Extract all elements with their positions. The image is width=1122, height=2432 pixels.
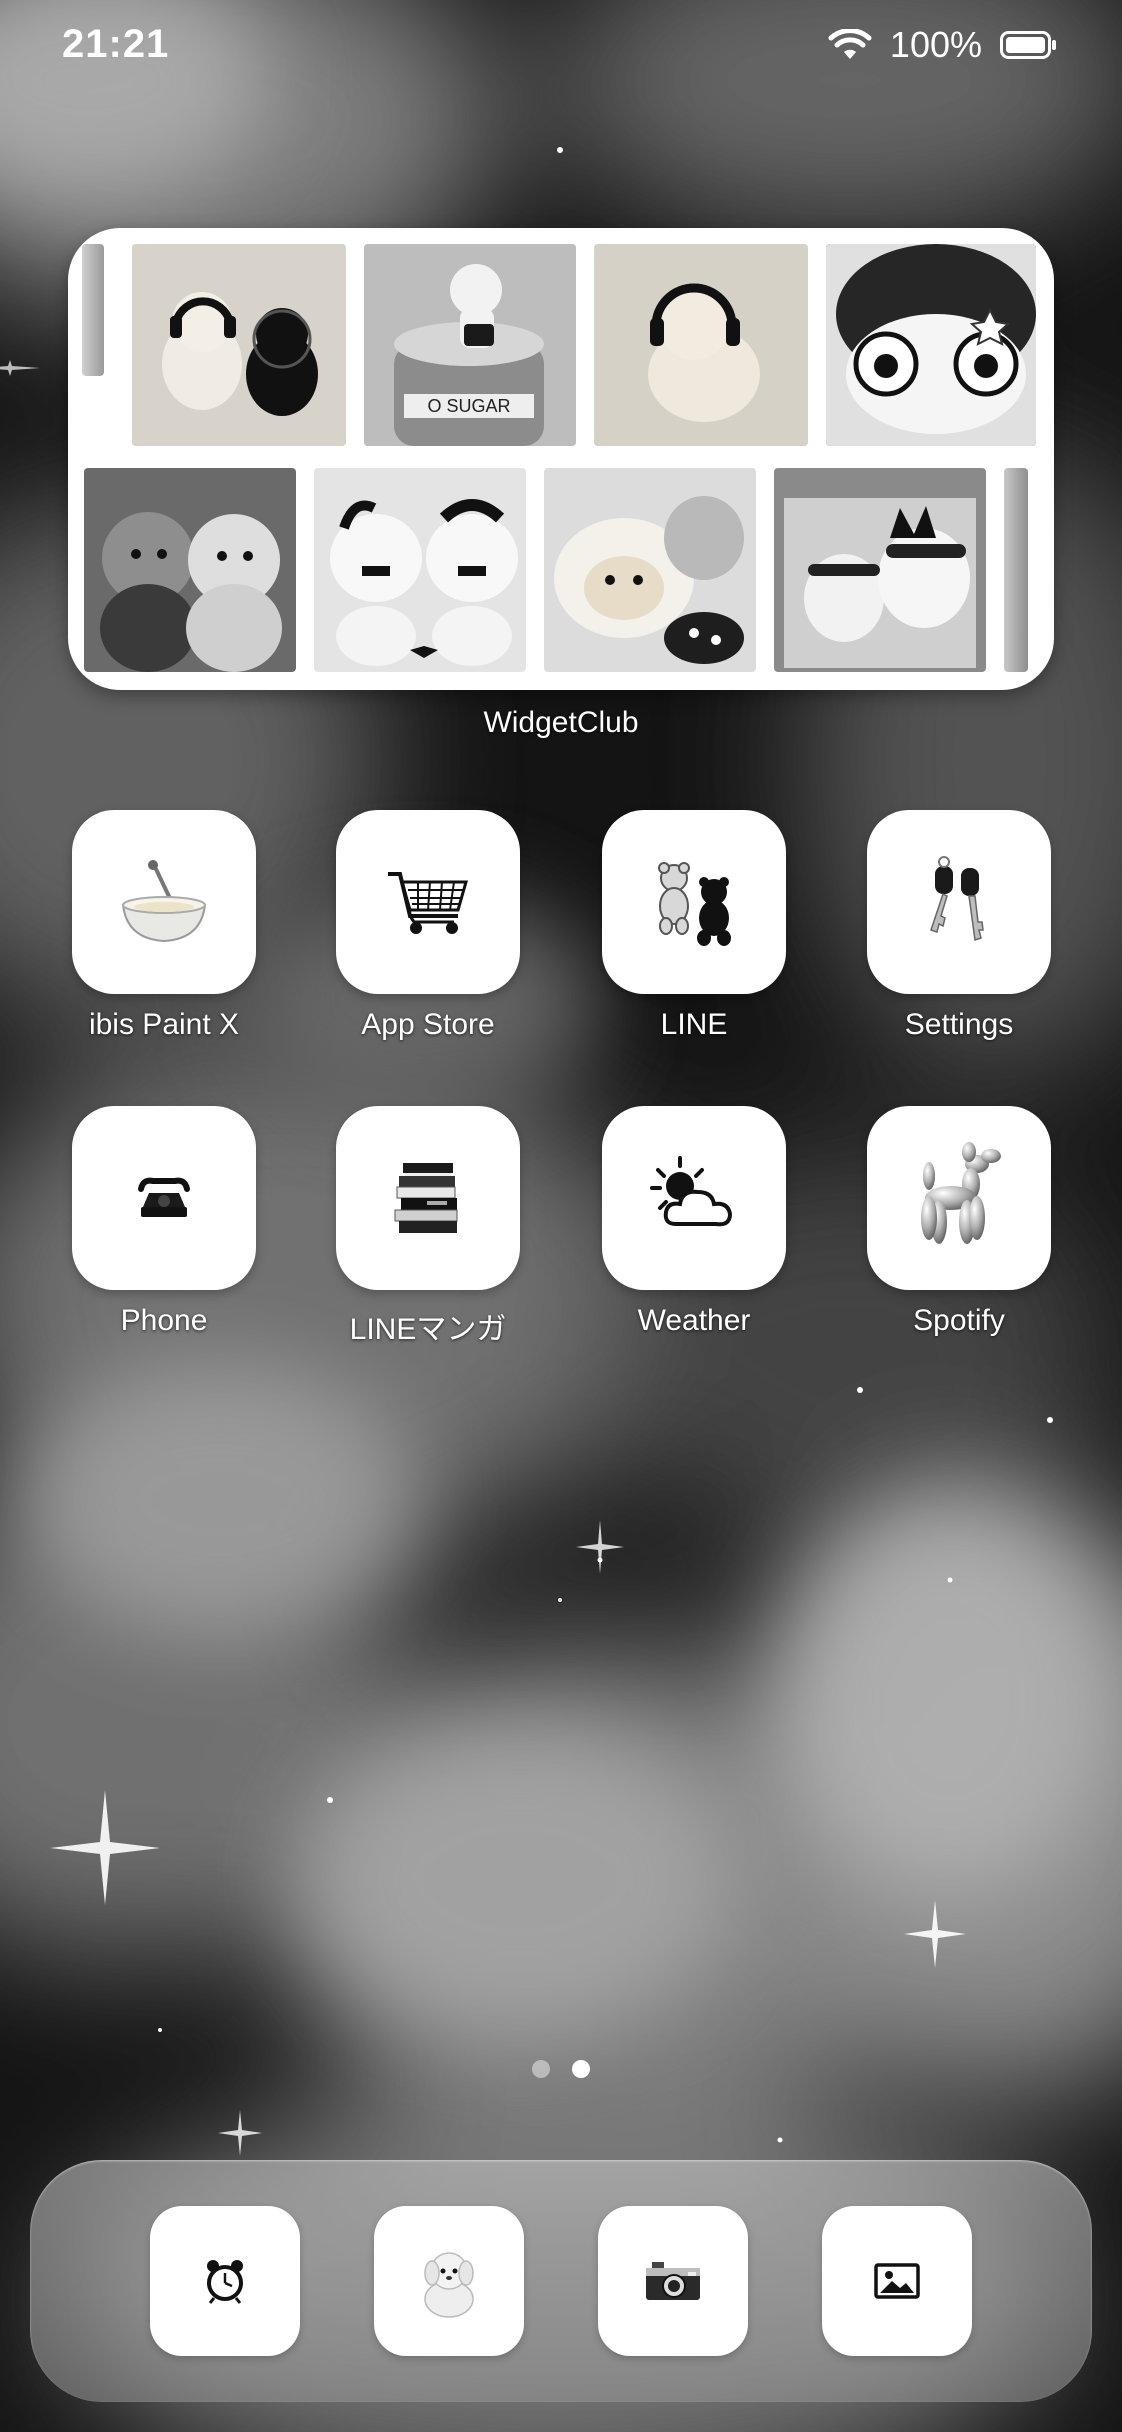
app-phone[interactable]: Phone — [72, 1106, 256, 1337]
sun-cloud-icon — [650, 1156, 733, 1227]
alarm-clock-icon — [207, 2260, 243, 2304]
widget-photo — [82, 244, 104, 376]
app-ibis-paint-x[interactable]: ibis Paint X — [72, 810, 256, 1041]
photo-collage-widget[interactable]: O SUGAR — [68, 228, 1054, 690]
app-app-store[interactable]: App Store — [336, 810, 520, 1041]
widget-photo — [132, 244, 346, 446]
dock — [30, 2160, 1092, 2402]
app-label: LINE — [660, 1008, 728, 1041]
app-weather[interactable]: Weather — [602, 1106, 786, 1337]
status-time: 21:21 — [62, 22, 170, 66]
balloon-dog-icon — [921, 1142, 1001, 1244]
app-tile[interactable] — [72, 1106, 256, 1290]
app-tile[interactable] — [867, 810, 1051, 994]
page-dot[interactable] — [532, 2060, 550, 2078]
dock-app-clock[interactable] — [150, 2206, 300, 2356]
camera-icon — [646, 2262, 700, 2300]
app-tile[interactable] — [336, 810, 520, 994]
app-tile[interactable] — [867, 1106, 1051, 1290]
app-label: LINEマンガ — [349, 1313, 507, 1346]
app-line[interactable]: LINE — [602, 810, 786, 1041]
widget-photo — [314, 468, 526, 672]
page-dot-active[interactable] — [572, 2060, 590, 2078]
widget-photo — [1004, 468, 1028, 672]
teddy-bears-icon — [658, 862, 731, 946]
dock-app-plush[interactable] — [374, 2206, 524, 2356]
book-stack-icon — [394, 1163, 458, 1233]
widget-photo — [826, 244, 1036, 446]
battery-full-icon — [1000, 31, 1056, 59]
plush-dog-icon — [424, 2252, 474, 2318]
app-label: Phone — [120, 1304, 208, 1337]
widget-photo — [84, 468, 296, 672]
shopping-cart-icon — [388, 872, 468, 934]
dock-app-camera[interactable] — [598, 2206, 748, 2356]
photos-icon — [874, 2263, 920, 2299]
car-keys-icon — [930, 856, 984, 941]
app-tile[interactable] — [602, 810, 786, 994]
app-label: Spotify — [913, 1304, 1005, 1337]
widget-photo — [544, 468, 756, 672]
wifi-icon — [828, 29, 872, 59]
app-spotify[interactable]: Spotify — [867, 1106, 1051, 1337]
widget-photo — [594, 244, 808, 446]
app-tile[interactable] — [602, 1106, 786, 1290]
app-settings[interactable]: Settings — [867, 810, 1051, 1041]
app-label: Weather — [637, 1304, 751, 1337]
battery-percentage: 100% — [889, 24, 982, 65]
app-line-manga[interactable]: LINEマンガ — [336, 1106, 520, 1346]
svg-text:O SUGAR: O SUGAR — [427, 396, 510, 416]
app-label: ibis Paint X — [88, 1008, 240, 1041]
app-tile[interactable] — [72, 810, 256, 994]
dock-app-photos[interactable] — [822, 2206, 972, 2356]
app-label: App Store — [361, 1008, 495, 1041]
status-right: 100% — [828, 24, 1058, 66]
widget-photo: O SUGAR — [364, 244, 576, 446]
mixing-bowl-icon — [121, 860, 207, 943]
widget-photo — [774, 468, 986, 672]
rotary-phone-icon — [138, 1177, 190, 1217]
app-tile[interactable] — [336, 1106, 520, 1290]
page-indicator[interactable] — [0, 2060, 1122, 2078]
widget-label: WidgetClub — [483, 706, 639, 739]
app-label: Settings — [904, 1008, 1014, 1041]
